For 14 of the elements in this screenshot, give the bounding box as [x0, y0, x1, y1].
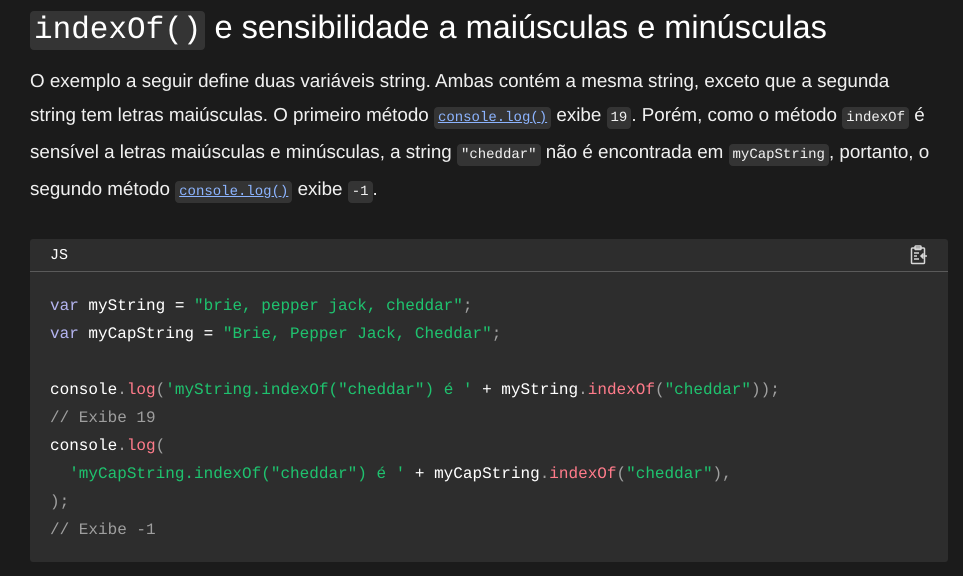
copy-icon[interactable] — [910, 245, 928, 265]
language-label: JS — [50, 246, 68, 264]
section-heading: indexOf() e sensibilidade a maiúsculas e minúsculas — [30, 4, 948, 54]
code-line: var myCapString = "Brie, Pepper Jack, Cheddar"; — [50, 324, 502, 345]
code-line: ); — [50, 492, 70, 513]
code-line: var myString = "brie, pepper jack, cheddar"; — [50, 296, 472, 317]
code-line: // Exibe 19 — [50, 408, 156, 429]
code-line: console.log('myString.indexOf("cheddar") é ' + myString.indexOf("cheddar")); — [50, 380, 780, 401]
link[interactable]: console.log() — [434, 107, 552, 129]
code-line: console.log( — [50, 436, 166, 457]
code-line: 'myCapString.indexOf("cheddar") é ' + myCapString.indexOf("cheddar"), — [68, 464, 732, 485]
paragraph: O exemplo a seguir define duas variáveis string. Ambas contém a mesma string, exceto que a segunda string tem letras maiúsculas. O primeiro método console.log() exibe 19 . Porém, como o método indexOf é sensível a letras maiúsculas e minúsculas, a string "cheddar" não é encontrada em myCapString , portanto, o segundo método console.log() exibe -1 . — [30, 64, 935, 209]
link[interactable]: console.log() — [175, 181, 292, 203]
code-line: // Exibe -1 — [50, 520, 156, 541]
